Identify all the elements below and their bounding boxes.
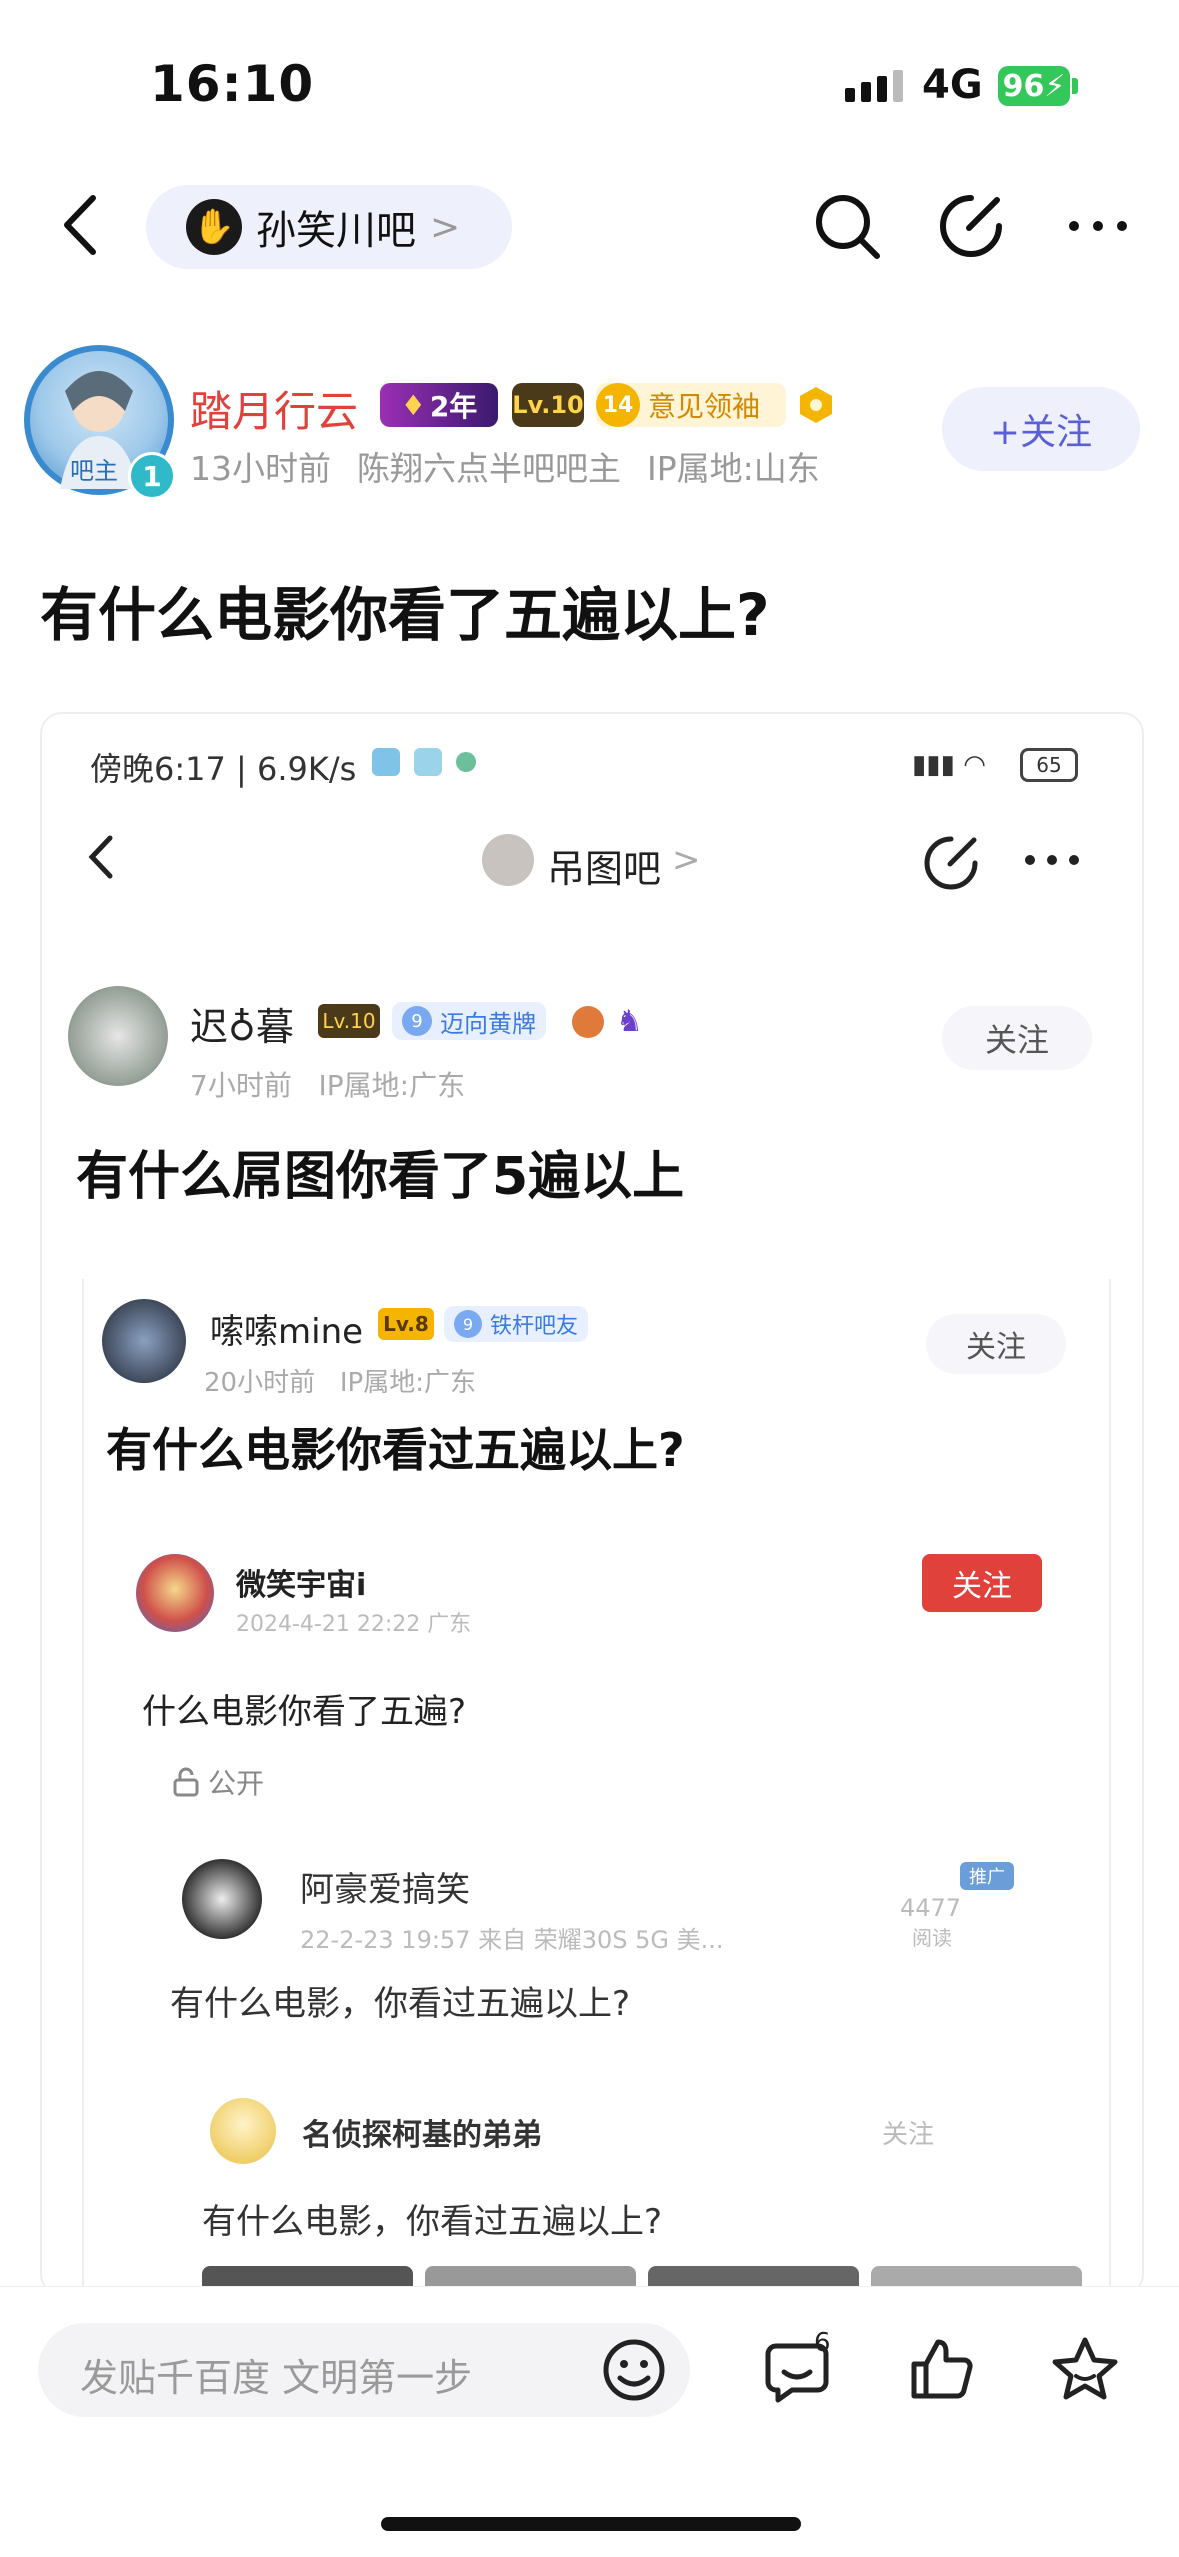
inner-battery: 65 <box>1020 748 1078 782</box>
inner-author-name: 迟♁暮 <box>190 1005 294 1049</box>
opinion-leader-badge: 14 意见领袖 <box>596 383 786 427</box>
nested-meta: 20小时前 IP属地:广东 <box>204 1368 476 1398</box>
thumbs-up-icon <box>911 2339 973 2399</box>
weibo-follow-button: 关注 <box>922 1554 1042 1612</box>
post-meta: 13小时前 陈翔六点半吧吧主 IP属地:山东 <box>190 442 846 490</box>
like-button[interactable] <box>906 2334 976 2408</box>
reply1-avatar <box>182 1859 262 1939</box>
forum-link[interactable]: ✋ 孙笑川吧 > <box>146 185 512 269</box>
inner-back-icon <box>86 832 116 886</box>
post-time: 13小时前 <box>190 449 331 488</box>
more-icon <box>1069 221 1127 231</box>
chevron-left-icon <box>64 195 96 255</box>
compose-button[interactable] <box>931 186 1011 266</box>
inner-forum-name: 吊图吧 <box>547 847 662 891</box>
inner-post-title: 有什么屌图你看了5遍以上 <box>76 1147 685 1207</box>
inner-level-badge: Lv.10 <box>318 1004 380 1038</box>
reply2-avatar <box>210 2098 276 2164</box>
inner-more-icon <box>1022 852 1082 871</box>
nested-member-badge: 9 铁杆吧友 <box>444 1306 589 1342</box>
inner-member-badge: 9 迈向黄牌 <box>392 1002 546 1040</box>
app-icon <box>372 748 400 776</box>
inner-status-time: 傍晚6:17 | 6.9K/s <box>90 750 357 788</box>
post-title: 有什么电影你看了五遍以上? <box>40 581 770 649</box>
forum-name: 孙笑川吧 <box>256 208 416 254</box>
years-badge: ♦ 2年 <box>380 383 498 427</box>
reply2-follow: 关注 <box>882 2120 935 2150</box>
emoji-button[interactable] <box>600 2336 668 2408</box>
lock-icon <box>173 1767 199 1797</box>
author-name[interactable]: 踏月行云 <box>190 378 358 439</box>
weibo-avatar <box>136 1554 214 1632</box>
emoji-icon <box>603 2339 665 2401</box>
battery-level: 96 <box>1002 68 1045 104</box>
level-badge: Lv.10 <box>512 383 584 427</box>
inner-meta: 7小时前 IP属地:广东 <box>190 1069 466 1102</box>
more-button[interactable] <box>1058 186 1138 266</box>
weibo-text: 什么电影你看了五遍? <box>142 1692 467 1732</box>
status-time: 16:10 <box>150 55 315 113</box>
author-role: 陈翔六点半吧吧主 <box>357 449 621 488</box>
signal-icon <box>845 70 903 102</box>
inner-edit-icon <box>922 834 980 896</box>
reply1-date-source: 22-2-23 19:57 来自 荣耀30S 5G 美... <box>300 1926 724 1954</box>
back-button[interactable] <box>55 190 105 260</box>
reply1-views-label: 阅读 <box>912 1926 952 1950</box>
search-icon <box>816 195 880 259</box>
inner-chevron-icon: > <box>672 840 701 880</box>
app-icon <box>456 752 476 772</box>
weibo-date: 2024-4-21 22:22 广东 <box>236 1612 472 1637</box>
inner-signal-icon: ▮▮▮ ◠ <box>912 750 986 780</box>
follow-button[interactable]: +关注 <box>942 387 1140 471</box>
comment-count: 6 <box>814 2328 831 2358</box>
reply-placeholder: 发贴千百度 文明第一步 <box>80 2356 473 2400</box>
nested-title: 有什么电影你看过五遍以上? <box>106 1423 685 1477</box>
inner-author-avatar <box>68 986 168 1086</box>
forum-avatar: ✋ <box>186 199 242 255</box>
reply1-views: 4477 <box>900 1894 962 1922</box>
nested-level-badge: Lv.8 <box>378 1308 434 1340</box>
home-indicator <box>381 2517 801 2531</box>
reply1-author: 阿豪爱搞笑 <box>300 1870 470 1910</box>
chevron-right-icon: > <box>430 206 461 248</box>
edit-icon <box>940 195 1002 257</box>
inner-horse-icon: ♞ <box>616 1004 643 1039</box>
nested-author: 嗦嗦mine <box>210 1312 364 1352</box>
star-icon <box>1052 2337 1118 2400</box>
avatar-caption: 吧主 <box>70 457 118 485</box>
nested-avatar <box>102 1299 186 1383</box>
network-type: 4G <box>922 62 983 108</box>
post-image[interactable]: 傍晚6:17 | 6.9K/s ▮▮▮ ◠ 65 吊图吧 > 迟♁暮 Lv.10… <box>40 712 1144 2296</box>
search-button[interactable] <box>807 186 887 266</box>
inner-follow-button: 关注 <box>942 1006 1092 1070</box>
reply2-author: 名侦探柯基的弟弟 <box>302 2118 542 2153</box>
ip-location: IP属地:山东 <box>647 449 820 488</box>
reply1-text: 有什么电影，你看过五遍以上? <box>170 1984 631 2024</box>
weibo-author: 微笑宇宙i <box>236 1568 367 1603</box>
avatar-level-badge: 1 <box>128 452 176 500</box>
reply2-text: 有什么电影，你看过五遍以上? <box>202 2202 663 2242</box>
inner-forum-avatar <box>482 834 534 886</box>
weibo-visibility: 公开 <box>172 1762 264 1802</box>
hexagon-badge-icon <box>796 385 836 425</box>
favorite-button[interactable] <box>1050 2334 1120 2408</box>
reply1-promo-tag: 推广 <box>960 1862 1014 1890</box>
battery-tip <box>1072 78 1078 94</box>
inner-medal-icon <box>572 1006 604 1038</box>
opinion-level: 14 <box>596 383 640 427</box>
app-icon <box>414 748 442 776</box>
opinion-label: 意见领袖 <box>648 390 761 423</box>
nested-follow-button: 关注 <box>926 1314 1066 1374</box>
battery-indicator: 96 ⚡ <box>998 66 1070 106</box>
